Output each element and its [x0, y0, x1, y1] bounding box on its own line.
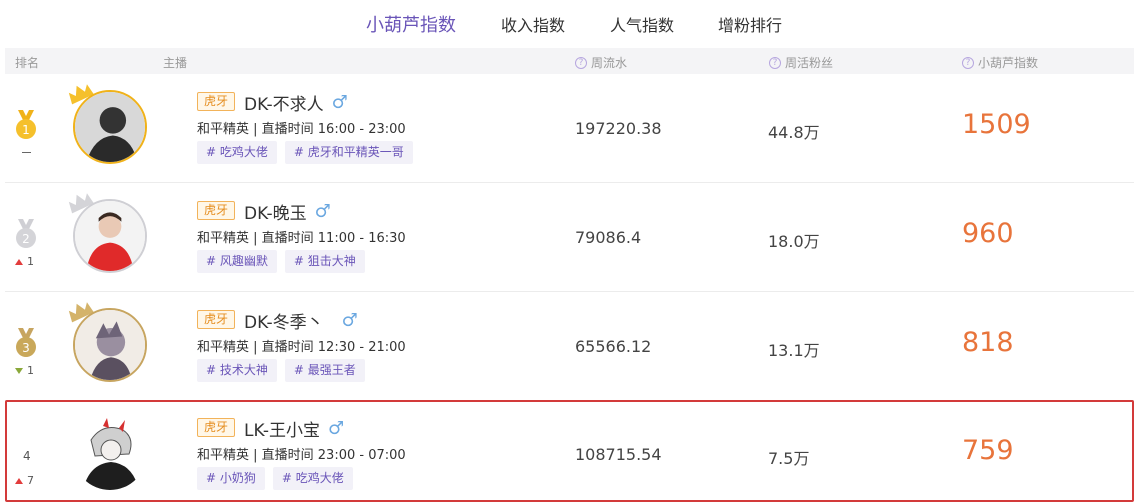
- anchor-name[interactable]: LK-王小宝 ♂: [244, 416, 344, 441]
- platform-badge: 虎牙: [197, 310, 236, 329]
- avatar-image: [75, 201, 145, 271]
- platform-badge: 虎牙: [197, 92, 236, 111]
- table-header: 排名 主播 ? 周流水 ? 周活粉丝 ? 小葫芦指数: [5, 48, 1134, 74]
- col-anchor: 主播: [163, 56, 188, 70]
- medal-rank: 2: [22, 232, 30, 246]
- rank-change: 1: [15, 364, 34, 377]
- anchor-game-time: 和平精英 | 直播时间 12:30 - 21:00: [197, 340, 406, 355]
- avatar-image: [73, 416, 147, 490]
- index-value: 1509: [962, 109, 1031, 140]
- tag-list: # 技术大神 # 最强王者: [197, 359, 373, 382]
- male-icon: ♂: [341, 310, 358, 331]
- col-weekly-flow[interactable]: ? 周流水: [575, 54, 627, 71]
- anchor-name[interactable]: DK-不求人 ♂: [244, 90, 348, 115]
- anchor-game-time: 和平精英 | 直播时间 23:00 - 07:00: [197, 448, 406, 463]
- tag-list: # 风趣幽默 # 狙击大神: [197, 250, 373, 273]
- avatar[interactable]: [73, 90, 147, 164]
- tag[interactable]: # 小奶狗: [197, 467, 265, 490]
- rank-change: 1: [15, 255, 34, 268]
- avatar-image: [75, 92, 145, 162]
- male-icon: ♂: [327, 418, 345, 439]
- anchor-name[interactable]: DK-冬季丶 ♂: [244, 308, 358, 333]
- index-value: 818: [962, 327, 1014, 358]
- weekly-flow-value: 108715.54: [575, 445, 662, 464]
- weekly-fans-value: 44.8万: [768, 123, 820, 142]
- arrow-up-icon: [15, 258, 23, 265]
- arrow-down-icon: [15, 367, 23, 374]
- tag[interactable]: # 狙击大神: [284, 250, 365, 273]
- tag[interactable]: # 吃鸡大佬: [272, 467, 353, 490]
- arrow-up-icon: [15, 477, 23, 484]
- medal-icon: 2: [16, 219, 36, 248]
- table-row[interactable]: 2 1 虎牙 DK-晚玉 ♂ 和平精英 | 直播时间 11:00 - 16:30 …: [5, 183, 1134, 292]
- tab-xiaohulu-index[interactable]: 小葫芦指数: [366, 11, 456, 37]
- tab-popularity-index[interactable]: 人气指数: [610, 12, 674, 36]
- medal-rank: 3: [22, 341, 30, 355]
- medal-rank: 1: [22, 123, 30, 137]
- weekly-fans-value: 7.5万: [768, 449, 810, 468]
- anchor-game-time: 和平精英 | 直播时间 11:00 - 16:30: [197, 231, 406, 246]
- tab-fans-growth[interactable]: 增粉排行: [718, 12, 782, 36]
- rank-change: 7: [15, 474, 34, 487]
- anchor-game-time: 和平精英 | 直播时间 16:00 - 23:00: [197, 122, 406, 137]
- table-row-highlighted[interactable]: 4 7 虎牙 LK-王小宝 ♂ 和平精英 | 直播时间 23:00 - 07:00…: [5, 400, 1134, 502]
- male-icon: ♂: [331, 92, 348, 113]
- avatar-image: [75, 310, 145, 380]
- tag[interactable]: # 技术大神: [197, 359, 277, 382]
- table-row[interactable]: 1 虎牙 DK-不求人 ♂ 和平精英 | 直播时间 16:00 - 23:00 #…: [5, 74, 1134, 183]
- weekly-flow-value: 65566.12: [575, 337, 652, 356]
- rank-number: 4: [23, 449, 31, 463]
- weekly-fans-value: 13.1万: [768, 341, 820, 360]
- tag[interactable]: # 虎牙和平精英一哥: [284, 141, 413, 164]
- platform-badge: 虎牙: [197, 201, 236, 220]
- index-value: 960: [962, 218, 1014, 249]
- col-weekly-fans[interactable]: ? 周活粉丝: [769, 54, 833, 71]
- index-value: 759: [962, 435, 1014, 466]
- no-change-icon: [22, 152, 31, 153]
- tag[interactable]: # 吃鸡大佬: [197, 141, 277, 164]
- male-icon: ♂: [314, 201, 331, 222]
- question-icon[interactable]: ?: [962, 56, 974, 69]
- avatar[interactable]: [73, 308, 147, 382]
- medal-icon: 1: [16, 110, 36, 139]
- question-icon[interactable]: ?: [769, 56, 781, 69]
- avatar[interactable]: [73, 199, 147, 273]
- table-row[interactable]: 3 1 虎牙 DK-冬季丶 ♂ 和平精英 | 直播时间 12:30 - 21:00…: [5, 292, 1134, 401]
- avatar[interactable]: [73, 416, 147, 490]
- medal-icon: 3: [16, 328, 36, 357]
- tab-income-index[interactable]: 收入指数: [501, 12, 565, 36]
- weekly-flow-value: 197220.38: [575, 119, 662, 138]
- rank-change: [15, 146, 31, 153]
- tag[interactable]: # 最强王者: [284, 359, 365, 382]
- tag-list: # 吃鸡大佬 # 虎牙和平精英一哥: [197, 141, 421, 164]
- tag-list: # 小奶狗 # 吃鸡大佬: [197, 467, 361, 490]
- anchor-name[interactable]: DK-晚玉 ♂: [244, 199, 331, 224]
- weekly-flow-value: 79086.4: [575, 228, 642, 247]
- col-rank: 排名: [15, 56, 40, 70]
- question-icon[interactable]: ?: [575, 56, 587, 69]
- col-index[interactable]: ? 小葫芦指数: [962, 54, 1038, 71]
- platform-badge: 虎牙: [197, 418, 236, 437]
- rank-tabs: 小葫芦指数 收入指数 人气指数 增粉排行: [0, 0, 1134, 48]
- weekly-fans-value: 18.0万: [768, 232, 820, 251]
- tag[interactable]: # 风趣幽默: [197, 250, 277, 273]
